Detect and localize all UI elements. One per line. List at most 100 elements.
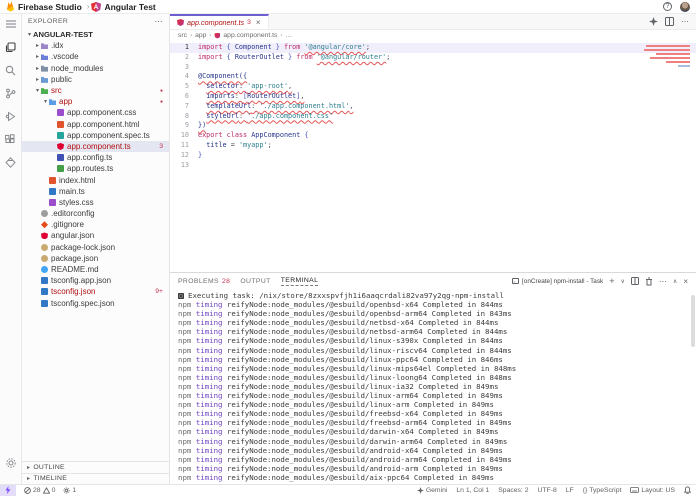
cursor-position[interactable]: Ln 1, Col 1 — [456, 487, 489, 494]
terminal-dropdown-icon[interactable]: ∨ — [621, 278, 625, 285]
settings-gear-icon[interactable] — [4, 456, 18, 470]
terminal-task-selector[interactable]: >_ [onCreate] npm-install - Task — [512, 278, 603, 285]
tree-item-package-json[interactable]: package.json — [22, 253, 169, 264]
tree-item-tsconfig-app-json[interactable]: tsconfig.app.json — [22, 275, 169, 286]
chevron-icon[interactable]: ▾ — [26, 31, 33, 38]
notifications-bell-icon[interactable] — [684, 486, 691, 494]
tree-item-angular-json[interactable]: angular.json — [22, 230, 169, 241]
terminal-scrollbar[interactable] — [691, 295, 695, 347]
tree-item-app-routes-ts[interactable]: app.routes.ts — [22, 163, 169, 174]
new-terminal-icon[interactable]: + — [609, 276, 614, 286]
tree-item--editorconfig[interactable]: .editorconfig — [22, 208, 169, 219]
search-icon[interactable] — [4, 63, 18, 77]
tree-item-main-ts[interactable]: main.ts — [22, 186, 169, 197]
tree-item--idx[interactable]: ▸.idx — [22, 40, 169, 51]
eol-status[interactable]: LF — [566, 487, 574, 494]
run-debug-icon[interactable] — [4, 109, 18, 123]
user-avatar[interactable] — [680, 2, 690, 12]
breadcrumb-part[interactable]: app.component.ts — [223, 32, 277, 39]
code-text: @Component({ — [198, 72, 247, 82]
explorer-more-icon[interactable]: ⋯ — [155, 17, 163, 26]
chevron-icon[interactable]: ▸ — [34, 76, 41, 83]
code-line-11[interactable]: 11 title = 'myapp'; — [170, 141, 696, 151]
tree-item--vscode[interactable]: ▸.vscode — [22, 51, 169, 62]
tree-item--gitignore[interactable]: .gitignore — [22, 219, 169, 230]
angular-file-icon — [177, 19, 184, 26]
kill-terminal-icon[interactable] — [645, 277, 653, 286]
code-line-1[interactable]: 1import { Component } from '@angular/cor… — [170, 43, 696, 53]
chevron-icon[interactable]: ▾ — [34, 87, 41, 94]
section-timeline[interactable]: ▸TIMELINE — [22, 473, 169, 485]
tab-problems[interactable]: PROBLEMS 28 — [178, 278, 230, 285]
tree-item-tsconfig-json[interactable]: tsconfig.json9+ — [22, 286, 169, 297]
chevron-icon[interactable]: ▸ — [34, 42, 41, 49]
tree-item-app-component-css[interactable]: app.component.css — [22, 107, 169, 118]
tree-item-app-component-spec-ts[interactable]: app.component.spec.ts — [22, 130, 169, 141]
tree-item-app-component-ts[interactable]: app.component.ts3 — [22, 141, 169, 152]
tab-app-component-ts[interactable]: app.component.ts 3 × — [170, 14, 269, 29]
code-line-8[interactable]: 8 styleUrl: './app.component.css' — [170, 112, 696, 122]
language-mode[interactable]: {} TypeScript — [583, 487, 622, 494]
project-name[interactable]: Angular Test — [104, 2, 155, 12]
menu-icon[interactable] — [4, 17, 18, 31]
code-line-2[interactable]: 2import { RouterOutlet } from '@angular/… — [170, 53, 696, 63]
tree-item-app-config-ts[interactable]: app.config.ts — [22, 152, 169, 163]
remote-indicator[interactable] — [0, 485, 16, 496]
code-line-7[interactable]: 7 templateUrl: './app.component.html', — [170, 102, 696, 112]
running-tasks-status[interactable]: 1 — [63, 487, 76, 494]
maximize-panel-icon[interactable]: ∧ — [673, 278, 677, 285]
tab-terminal[interactable]: TERMINAL — [281, 277, 319, 286]
encoding-status[interactable]: UTF-8 — [538, 487, 557, 494]
split-terminal-icon[interactable] — [631, 277, 639, 285]
editor-more-icon[interactable]: ⋯ — [681, 17, 689, 26]
chevron-icon[interactable]: ▾ — [42, 98, 49, 105]
chevron-icon[interactable]: ▸ — [34, 65, 41, 72]
tree-item-package-lock-json[interactable]: package-lock.json — [22, 242, 169, 253]
gemini-icon[interactable] — [4, 155, 18, 169]
code-line-4[interactable]: 4@Component({ — [170, 72, 696, 82]
breadcrumb-part[interactable]: app — [195, 32, 206, 39]
source-control-icon[interactable] — [4, 86, 18, 100]
panel-more-icon[interactable]: ⋯ — [659, 277, 667, 286]
sparkle-icon[interactable] — [649, 17, 658, 26]
tab-close-icon[interactable]: × — [256, 18, 261, 27]
keyboard-layout[interactable]: Layout: US — [630, 487, 675, 494]
tree-item-public[interactable]: ▸public — [22, 74, 169, 85]
explorer-icon[interactable] — [4, 40, 18, 54]
bottom-panel: PROBLEMS 28 OUTPUT TERMINAL >_ [onCreate… — [170, 272, 696, 484]
tree-item-app-component-html[interactable]: app.component.html — [22, 119, 169, 130]
code-line-13[interactable]: 13 — [170, 161, 696, 171]
tree-item-index-html[interactable]: index.html — [22, 174, 169, 185]
tree-item-app[interactable]: ▾app● — [22, 96, 169, 107]
extensions-icon[interactable] — [4, 132, 18, 146]
indentation-status[interactable]: Spaces: 2 — [498, 487, 528, 494]
terminal-output[interactable]: Executing task: /nix/store/8zxxspvfjh1i6… — [170, 289, 696, 484]
close-panel-icon[interactable]: × — [683, 277, 688, 286]
problems-status[interactable]: 28 0 — [24, 487, 55, 494]
code-editor[interactable]: 1import { Component } from '@angular/cor… — [170, 41, 696, 272]
code-line-9[interactable]: 9}) — [170, 121, 696, 131]
code-line-10[interactable]: 10export class AppComponent { — [170, 131, 696, 141]
code-text: } — [198, 151, 202, 161]
tree-item-styles-css[interactable]: styles.css — [22, 197, 169, 208]
code-line-5[interactable]: 5 selector: 'app-root', — [170, 82, 696, 92]
code-line-12[interactable]: 12} — [170, 151, 696, 161]
section-outline[interactable]: ▸OUTLINE — [22, 461, 169, 473]
breadcrumb-part[interactable]: src — [178, 32, 187, 39]
angular-file-icon — [214, 33, 220, 39]
tree-item-tsconfig-spec-json[interactable]: tsconfig.spec.json — [22, 298, 169, 309]
code-line-6[interactable]: 6 imports: [RouterOutlet], — [170, 92, 696, 102]
split-editor-icon[interactable] — [665, 17, 674, 26]
tree-item-node-modules[interactable]: ▸node_modules — [22, 63, 169, 74]
help-icon[interactable]: ? — [663, 2, 672, 11]
tree-item-src[interactable]: ▾src● — [22, 85, 169, 96]
tab-output[interactable]: OUTPUT — [240, 278, 270, 285]
app-name[interactable]: Firebase Studio — [18, 2, 82, 12]
gemini-status[interactable]: Gemini — [417, 487, 448, 494]
code-line-3[interactable]: 3 — [170, 63, 696, 73]
tree-item-readme-md[interactable]: README.md — [22, 264, 169, 275]
tree-item-angular-test[interactable]: ▾ANGULAR-TEST — [22, 29, 169, 40]
chevron-icon[interactable]: ▸ — [34, 53, 41, 60]
code-text: import { Component } from '@angular/core… — [198, 43, 370, 53]
breadcrumb-part[interactable]: … — [285, 32, 292, 39]
